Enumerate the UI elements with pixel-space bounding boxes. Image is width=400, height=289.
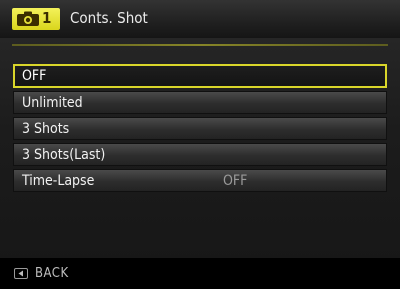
menu-item-label: OFF (22, 68, 47, 84)
menu-item-3-shots[interactable]: 3 Shots (13, 117, 387, 140)
header-divider (12, 44, 388, 46)
menu-item-off[interactable]: OFF (13, 64, 387, 88)
back-label[interactable]: BACK (35, 266, 69, 281)
left-arrow-key-icon[interactable] (14, 268, 28, 279)
option-list: OFF Unlimited 3 Shots 3 Shots(Last) Time… (13, 64, 387, 195)
page-title: Conts. Shot (70, 9, 148, 27)
camera-icon (17, 11, 39, 26)
menu-item-label: Time-Lapse (22, 173, 95, 189)
menu-item-unlimited[interactable]: Unlimited (13, 91, 387, 114)
menu-item-3-shots-last[interactable]: 3 Shots(Last) (13, 143, 387, 166)
time-lapse-value: OFF (223, 173, 248, 189)
footer-bar: BACK (0, 258, 400, 289)
tab-number: 1 (42, 9, 51, 27)
menu-item-label: 3 Shots(Last) (22, 147, 106, 163)
menu-item-time-lapse[interactable]: Time-Lapse OFF (13, 169, 387, 192)
menu-item-label: Unlimited (22, 95, 83, 111)
camera-menu-screen: 1 Conts. Shot OFF Unlimited 3 Shots 3 Sh… (0, 0, 400, 289)
menu-item-label: 3 Shots (22, 121, 70, 137)
menu-header: 1 Conts. Shot (0, 0, 400, 38)
tab-camera-1[interactable]: 1 (12, 8, 60, 30)
